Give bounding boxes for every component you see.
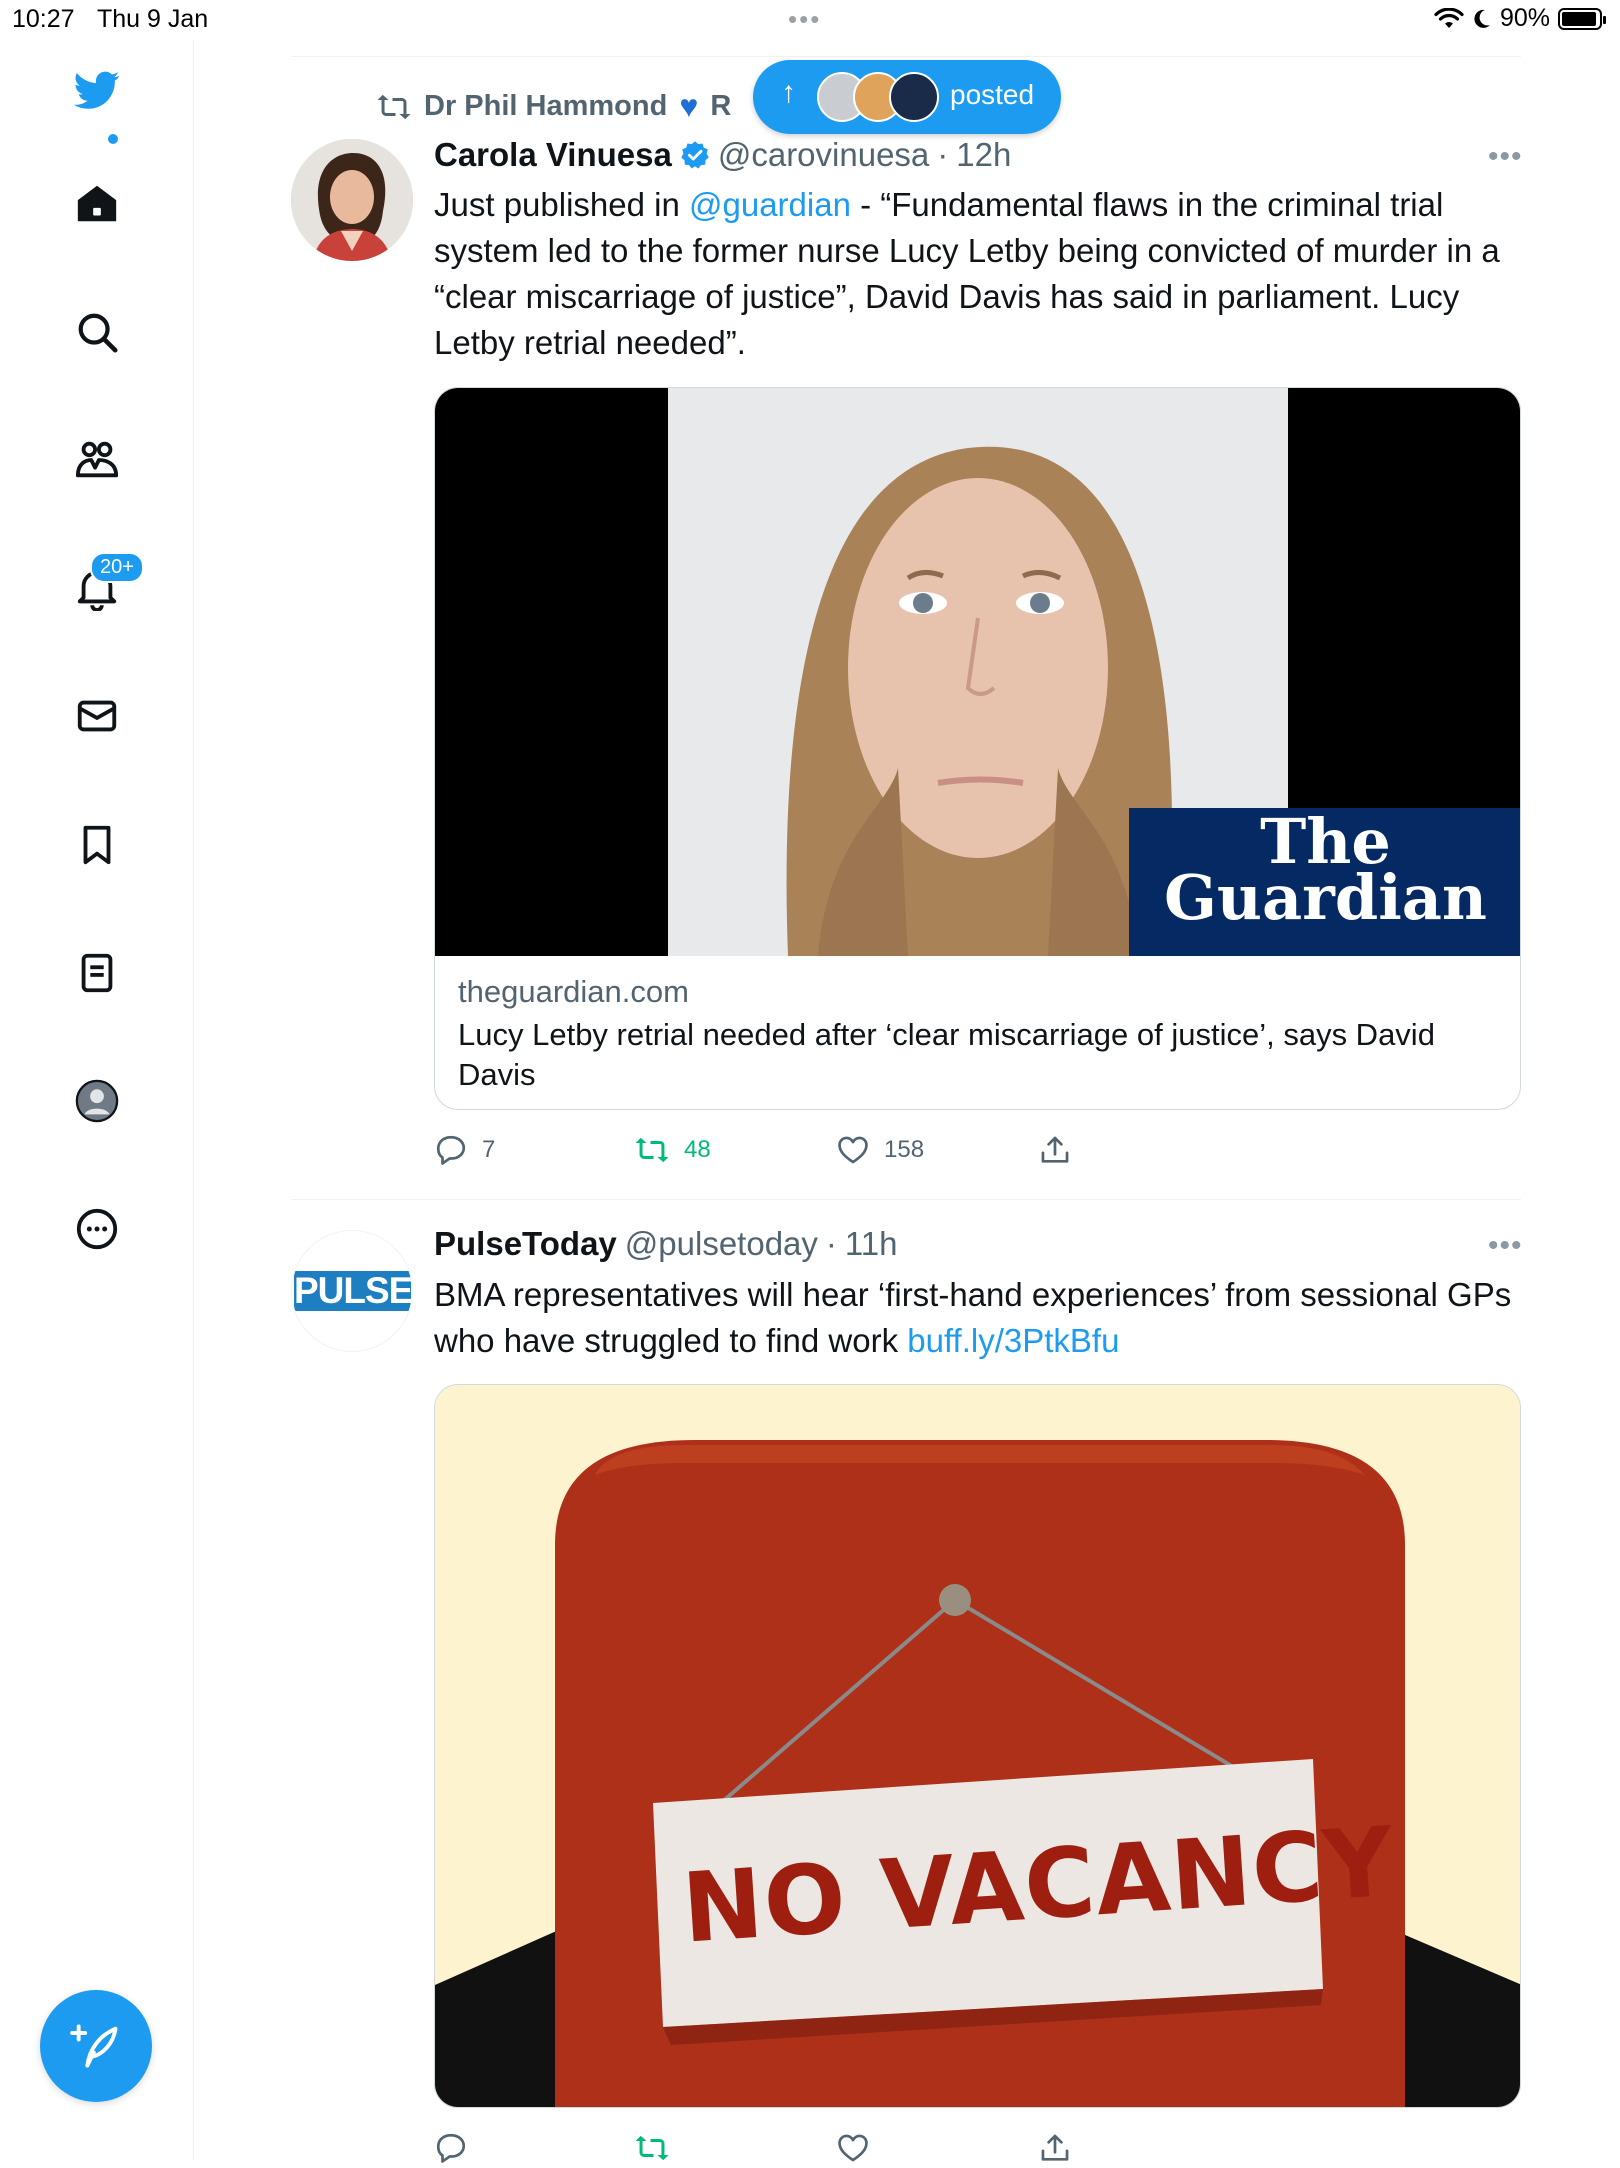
guardian-logo: The Guardian bbox=[1129, 808, 1520, 956]
compose-feather-icon bbox=[70, 2024, 118, 2068]
reply-count: 7 bbox=[482, 1136, 496, 1163]
profile-avatar-icon[interactable] bbox=[60, 1064, 134, 1138]
separator-dot: · bbox=[937, 136, 949, 173]
tweet-more-icon[interactable]: ••• bbox=[1488, 140, 1523, 174]
multitasking-dots-icon[interactable]: ••• bbox=[788, 4, 821, 35]
communities-icon[interactable] bbox=[60, 423, 134, 497]
tweet-text: BMA representatives will hear ‘first-han… bbox=[434, 1272, 1524, 1364]
search-icon[interactable] bbox=[60, 295, 134, 369]
retweet-context[interactable]: Dr Phil Hammond ♥ R bbox=[376, 88, 731, 125]
status-bar: 10:27 Thu 9 Jan ••• 90% bbox=[0, 0, 1620, 40]
tweet-more-icon[interactable]: ••• bbox=[1488, 1229, 1523, 1263]
retweet-button[interactable] bbox=[634, 2130, 670, 2166]
no-vacancy-illustration bbox=[435, 1385, 1520, 2107]
feed-top-divider bbox=[291, 56, 1521, 57]
share-button[interactable] bbox=[1038, 1133, 1072, 1167]
arrow-up-icon: ↑ bbox=[781, 76, 796, 109]
bookmarks-icon[interactable] bbox=[60, 808, 134, 882]
link-card[interactable]: The Guardian theguardian.com Lucy Letby … bbox=[434, 387, 1521, 1110]
pulsetoday-avatar[interactable]: PULSE bbox=[291, 1230, 413, 1352]
tweet-time[interactable]: 11h bbox=[845, 1225, 898, 1263]
notifications-badge: 20+ bbox=[90, 552, 144, 583]
battery-icon bbox=[1558, 7, 1606, 30]
status-indicators: 90% bbox=[1434, 4, 1606, 33]
home-new-indicator bbox=[108, 134, 118, 144]
tweet-actions: 7 48 158 bbox=[434, 1130, 1134, 1170]
pulse-logo: PULSE bbox=[294, 1270, 413, 1311]
twitter-logo-icon[interactable] bbox=[60, 53, 134, 127]
author-name[interactable]: PulseToday bbox=[434, 1225, 617, 1263]
retweeted-by-suffix: R bbox=[710, 90, 732, 122]
tweet-divider bbox=[291, 1199, 1521, 1200]
retweet-icon bbox=[635, 2135, 669, 2161]
guardian-mention-link[interactable]: @guardian bbox=[689, 186, 851, 223]
status-date: Thu 9 Jan bbox=[97, 5, 209, 33]
blue-heart-emoji: ♥ bbox=[679, 88, 699, 124]
author-handle[interactable]: @carovinuesa bbox=[718, 136, 929, 174]
tweet-text: Just published in @guardian - “Fundament… bbox=[434, 182, 1524, 366]
author-name[interactable]: Carola Vinuesa bbox=[434, 136, 672, 174]
tweet-image[interactable]: NO VACANCY bbox=[434, 1384, 1521, 2108]
like-count: 158 bbox=[884, 1136, 925, 1163]
reply-button[interactable]: 7 bbox=[434, 1133, 495, 1167]
more-options-icon[interactable] bbox=[60, 1192, 134, 1266]
wifi-icon bbox=[1434, 7, 1464, 28]
poster-avatar bbox=[889, 72, 939, 122]
status-time: 10:27 bbox=[12, 5, 75, 33]
separator-dot: · bbox=[825, 1225, 837, 1262]
tweet-actions bbox=[434, 2128, 1134, 2168]
link-card-image: The Guardian bbox=[435, 388, 1520, 956]
retweeted-by-name: Dr Phil Hammond bbox=[424, 90, 668, 122]
heart-icon bbox=[838, 1136, 868, 1164]
home-icon[interactable] bbox=[60, 167, 134, 241]
retweet-count: 48 bbox=[684, 1136, 711, 1163]
compose-tweet-button[interactable] bbox=[40, 1990, 152, 2102]
verified-badge-icon bbox=[681, 141, 709, 169]
messages-envelope-icon[interactable] bbox=[60, 679, 134, 753]
link-card-title: Lucy Letby retrial needed after ‘clear m… bbox=[458, 1017, 1435, 1092]
new-posts-label: posted bbox=[950, 79, 1035, 110]
retweet-icon bbox=[377, 94, 411, 119]
lists-icon[interactable] bbox=[60, 936, 134, 1010]
retweet-button[interactable]: 48 bbox=[634, 1132, 711, 1168]
moon-icon bbox=[1474, 9, 1490, 28]
reply-icon bbox=[436, 1135, 466, 1165]
like-button[interactable]: 158 bbox=[836, 1133, 924, 1167]
tweet-header: PulseToday @pulsetoday · 11h bbox=[434, 1225, 898, 1263]
tweet-time[interactable]: 12h bbox=[956, 136, 1011, 174]
new-posts-pill[interactable]: ↑ posted bbox=[753, 60, 1061, 134]
guardian-logo-line2: Guardian bbox=[1163, 861, 1488, 934]
link-card-domain: theguardian.com bbox=[458, 974, 689, 1009]
battery-percent: 90% bbox=[1499, 4, 1550, 32]
tweet-link[interactable]: buff.ly/3PtkBfu bbox=[907, 1322, 1119, 1359]
author-handle[interactable]: @pulsetoday bbox=[625, 1225, 818, 1263]
tweet-header: Carola Vinuesa @carovinuesa · 12h bbox=[434, 136, 1011, 174]
tweet-text-prefix: Just published in bbox=[434, 186, 689, 223]
share-icon bbox=[1041, 1136, 1069, 1163]
carola-vinuesa-avatar[interactable] bbox=[291, 139, 413, 261]
retweet-icon bbox=[635, 1137, 669, 1163]
